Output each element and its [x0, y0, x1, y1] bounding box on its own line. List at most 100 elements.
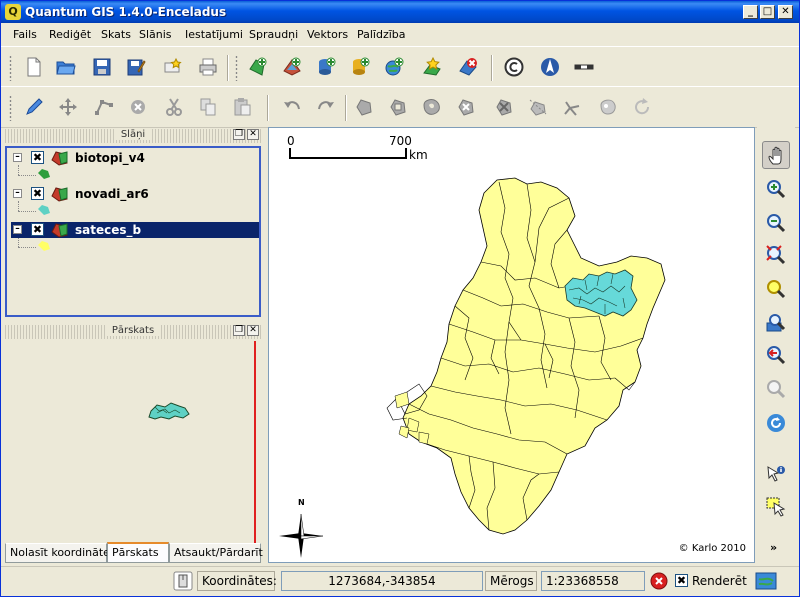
layer-row-novadi[interactable]: – ✖ novadi_ar6 — [11, 186, 251, 202]
remove-layer-icon — [459, 58, 477, 76]
overview-float-button[interactable]: ❐ — [233, 325, 245, 336]
zoom-last-button[interactable] — [762, 341, 790, 369]
zoom-to-layer-button[interactable] — [762, 309, 790, 337]
menu-skats[interactable]: Skats — [101, 28, 131, 41]
redo-button[interactable] — [313, 94, 339, 120]
overview-close-button[interactable]: ✕ — [247, 325, 259, 336]
delete-ring-button[interactable] — [453, 94, 479, 120]
minimize-button[interactable]: _ — [743, 5, 758, 19]
menu-slanis[interactable]: Slānis — [139, 28, 172, 41]
add-raster-layer-button[interactable] — [279, 54, 305, 80]
zoom-to-selection-button[interactable] — [762, 275, 790, 303]
close-button[interactable]: ✕ — [778, 5, 793, 19]
menu-iestatijumi[interactable]: Iestatījumi — [185, 28, 243, 41]
cut-features-icon — [166, 98, 182, 116]
merge-features-button[interactable] — [595, 94, 621, 120]
undo-button[interactable] — [279, 94, 305, 120]
layer-row-biotopi[interactable]: – ✖ biotopi_v4 — [11, 150, 251, 166]
zoom-full-button[interactable] — [762, 241, 790, 269]
add-ring-button[interactable] — [385, 94, 411, 120]
save-project-button[interactable] — [89, 54, 115, 80]
coordinates-label: Koordinātes: — [197, 571, 277, 591]
tab-undo-redo[interactable]: Atsaukt/Pārdarīt — [169, 543, 263, 563]
add-vector-layer-button[interactable] — [245, 54, 271, 80]
split-features-button[interactable] — [559, 94, 585, 120]
menu-vektors[interactable]: Vektors — [307, 28, 348, 41]
zoom-out-button[interactable] — [762, 209, 790, 237]
menu-palidziba[interactable]: Palīdzība — [357, 28, 406, 41]
more-tools-button[interactable]: » — [762, 541, 790, 557]
zoom-next-icon — [767, 380, 786, 399]
overview-map[interactable] — [5, 341, 261, 544]
overview-dock-title[interactable]: Pārskats — [5, 325, 261, 339]
scale-field[interactable]: 1:23368558 — [541, 571, 645, 591]
toolbar-grip[interactable] — [9, 55, 12, 81]
new-project-button[interactable] — [21, 54, 47, 80]
delete-part-button[interactable] — [491, 94, 517, 120]
save-as-button[interactable] — [123, 54, 149, 80]
new-print-composer-button[interactable] — [159, 54, 185, 80]
copy-features-button[interactable] — [195, 94, 221, 120]
title-bar[interactable]: Q Quantum GIS 1.4.0-Enceladus _ □ ✕ — [1, 1, 799, 23]
legend-float-button[interactable]: ❐ — [233, 129, 245, 140]
copyright-label-button[interactable] — [501, 54, 527, 80]
new-vector-layer-button[interactable] — [419, 54, 445, 80]
projection-icon — [755, 572, 777, 590]
identify-button[interactable] — [762, 461, 790, 489]
map-canvas[interactable]: 0 700 km N © Karlo 2010 — [268, 127, 755, 563]
scale-bar-button[interactable] — [571, 54, 597, 80]
tree-connector — [18, 247, 36, 248]
overview-map-thumbnail — [148, 341, 256, 544]
reshape-features-button[interactable] — [525, 94, 551, 120]
select-features-button[interactable] — [762, 493, 790, 521]
menu-fails[interactable]: Fails — [13, 28, 37, 41]
legend-dock-title[interactable]: Slāņi — [5, 129, 261, 143]
tab-overview[interactable]: Pārskats — [107, 542, 169, 563]
progress-toggle-button[interactable] — [173, 571, 193, 591]
stop-render-button[interactable] — [649, 571, 669, 591]
qgis-app-icon[interactable]: Q — [5, 4, 21, 20]
north-arrow-button[interactable] — [537, 54, 563, 80]
layer-row-sateces[interactable]: – ✖ sateces_b — [11, 222, 259, 238]
tab-read-coordinates[interactable]: Nolasīt koordinātes — [5, 543, 116, 563]
projection-button[interactable] — [755, 571, 777, 591]
delete-ring-icon — [458, 99, 474, 116]
print-button[interactable] — [195, 54, 221, 80]
zoom-next-button[interactable] — [762, 375, 790, 403]
zoom-in-button[interactable] — [762, 175, 790, 203]
render-checkbox[interactable]: ✖ — [675, 574, 688, 587]
toggle-editing-button[interactable] — [21, 94, 47, 120]
move-feature-button[interactable] — [55, 94, 81, 120]
open-project-button[interactable] — [53, 54, 79, 80]
paste-features-button[interactable] — [229, 94, 255, 120]
layer-visibility-checkbox[interactable]: ✖ — [31, 187, 44, 200]
legend-close-button[interactable]: ✕ — [247, 129, 259, 140]
pan-button[interactable] — [762, 141, 790, 169]
maximize-button[interactable]: □ — [760, 5, 775, 19]
add-island-button[interactable] — [419, 94, 445, 120]
refresh-button[interactable] — [762, 409, 790, 437]
toolbar-separator — [267, 95, 269, 121]
layer-legend-tree[interactable]: – ✖ biotopi_v4 – ✖ novadi_ar6 – ✖ satece… — [5, 146, 261, 317]
cut-features-button[interactable] — [161, 94, 187, 120]
collapse-toggle[interactable]: – — [13, 189, 22, 198]
menu-rediget[interactable]: Rediģēt — [49, 28, 91, 41]
add-spatialite-layer-icon — [353, 57, 370, 75]
simplify-feature-button[interactable] — [351, 94, 377, 120]
node-tool-button[interactable] — [91, 94, 117, 120]
toolbar-grip[interactable] — [9, 95, 12, 121]
add-spatialite-layer-button[interactable] — [347, 54, 373, 80]
layer-visibility-checkbox[interactable]: ✖ — [31, 151, 44, 164]
coordinates-field[interactable]: 1273684,-343854 — [281, 571, 483, 591]
rotate-point-symbols-button[interactable] — [629, 94, 655, 120]
remove-layer-button[interactable] — [455, 54, 481, 80]
delete-selected-button[interactable] — [125, 94, 151, 120]
layer-visibility-checkbox[interactable]: ✖ — [31, 223, 44, 236]
menu-spraudni[interactable]: Spraudņi — [249, 28, 298, 41]
add-postgis-layer-button[interactable] — [313, 54, 339, 80]
collapse-toggle[interactable]: – — [13, 225, 22, 234]
node-tool-icon — [95, 100, 113, 115]
add-wms-layer-button[interactable] — [381, 54, 407, 80]
toolbar-grip[interactable] — [235, 55, 238, 81]
collapse-toggle[interactable]: – — [13, 153, 22, 162]
